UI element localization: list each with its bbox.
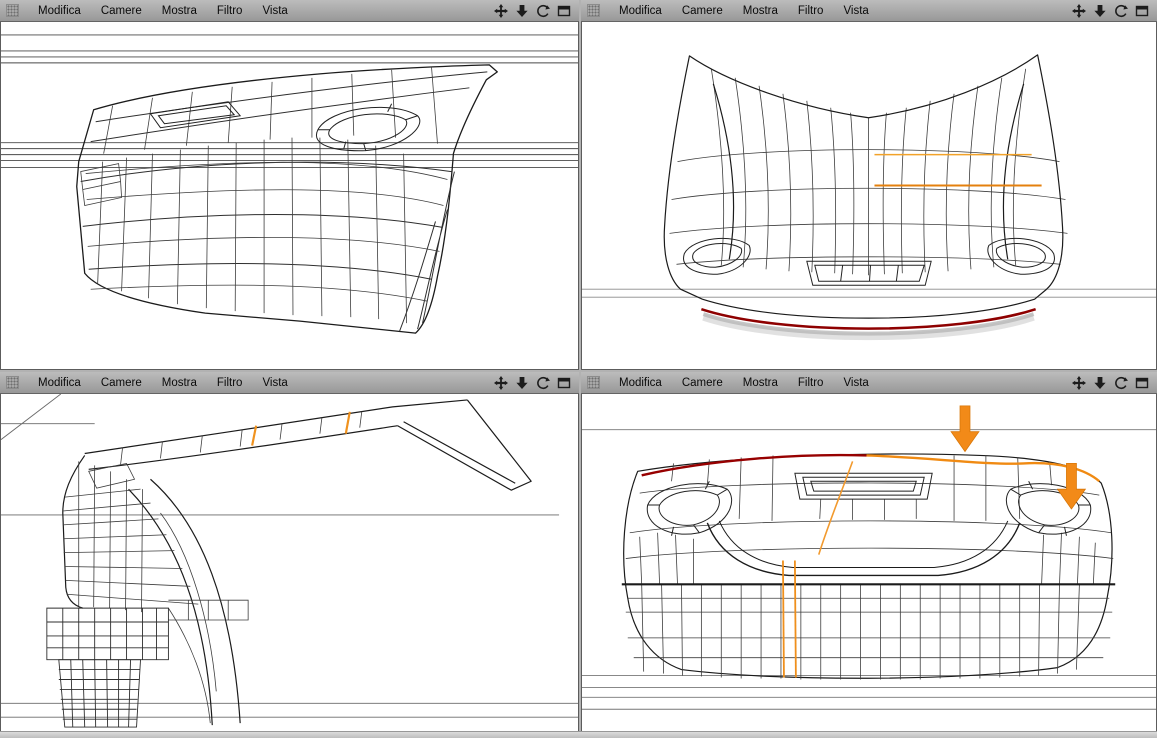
menu-vista[interactable]: Vista xyxy=(833,372,878,394)
menu-mostra[interactable]: Mostra xyxy=(733,372,788,394)
viewport-side: Modifica Camere Mostra Filtro Vista xyxy=(0,370,579,738)
wireframe-front xyxy=(582,54,1156,341)
menu-mostra[interactable]: Mostra xyxy=(733,0,788,22)
grip-icon[interactable] xyxy=(6,4,19,17)
wireframe-side xyxy=(1,394,578,728)
menu-modifica[interactable]: Modifica xyxy=(28,0,91,22)
menu-vista[interactable]: Vista xyxy=(252,0,297,22)
wireframe-perspective xyxy=(1,34,578,334)
grip-icon[interactable] xyxy=(587,376,600,389)
viewport-perspective: Modifica Camere Mostra Filtro Vista xyxy=(0,0,579,370)
viewport-menubar: Modifica Camere Mostra Filtro Vista xyxy=(0,0,579,22)
menu-filtro[interactable]: Filtro xyxy=(788,0,834,22)
zoom-camera-icon[interactable] xyxy=(1091,375,1109,391)
viewport-bottom-front: Modifica Camere Mostra Filtro Vista xyxy=(579,370,1157,738)
pan-camera-icon[interactable] xyxy=(1070,375,1088,391)
viewport-canvas-side[interactable] xyxy=(0,394,579,738)
viewport-canvas-perspective[interactable] xyxy=(0,22,579,370)
zoom-camera-icon[interactable] xyxy=(513,3,531,19)
menu-vista[interactable]: Vista xyxy=(833,0,878,22)
viewport-canvas-front[interactable] xyxy=(581,22,1157,370)
menu-modifica[interactable]: Modifica xyxy=(609,372,672,394)
zoom-camera-icon[interactable] xyxy=(1091,3,1109,19)
menu-camere[interactable]: Camere xyxy=(672,372,733,394)
menu-mostra[interactable]: Mostra xyxy=(152,372,207,394)
menu-vista[interactable]: Vista xyxy=(252,372,297,394)
viewport-canvas-bottom-front[interactable] xyxy=(581,394,1157,738)
menu-camere[interactable]: Camere xyxy=(91,372,152,394)
wireframe-bottom-front xyxy=(582,405,1156,710)
pan-camera-icon[interactable] xyxy=(492,375,510,391)
menu-modifica[interactable]: Modifica xyxy=(28,372,91,394)
viewport-menubar: Modifica Camere Mostra Filtro Vista xyxy=(581,0,1157,22)
rotate-camera-icon[interactable] xyxy=(534,375,552,391)
menu-camere[interactable]: Camere xyxy=(91,0,152,22)
pan-camera-icon[interactable] xyxy=(492,3,510,19)
menu-filtro[interactable]: Filtro xyxy=(788,372,834,394)
viewport-toggle-icon[interactable] xyxy=(1133,375,1151,391)
rotate-camera-icon[interactable] xyxy=(1112,3,1130,19)
menu-filtro[interactable]: Filtro xyxy=(207,0,253,22)
rotate-camera-icon[interactable] xyxy=(1112,375,1130,391)
grip-icon[interactable] xyxy=(587,4,600,17)
pan-camera-icon[interactable] xyxy=(1070,3,1088,19)
grip-icon[interactable] xyxy=(6,376,19,389)
menu-modifica[interactable]: Modifica xyxy=(609,0,672,22)
viewport-toggle-icon[interactable] xyxy=(1133,3,1151,19)
menu-filtro[interactable]: Filtro xyxy=(207,372,253,394)
viewport-menubar: Modifica Camere Mostra Filtro Vista xyxy=(581,372,1157,394)
viewport-toggle-icon[interactable] xyxy=(555,375,573,391)
viewport-menubar: Modifica Camere Mostra Filtro Vista xyxy=(0,372,579,394)
menu-mostra[interactable]: Mostra xyxy=(152,0,207,22)
application-window: Modifica Camere Mostra Filtro Vista Modi… xyxy=(0,0,1157,738)
menu-camere[interactable]: Camere xyxy=(672,0,733,22)
viewport-toggle-icon[interactable] xyxy=(555,3,573,19)
window-bottom-edge xyxy=(0,731,1157,738)
rotate-camera-icon[interactable] xyxy=(534,3,552,19)
viewport-front: Modifica Camere Mostra Filtro Vista xyxy=(579,0,1157,370)
zoom-camera-icon[interactable] xyxy=(513,375,531,391)
